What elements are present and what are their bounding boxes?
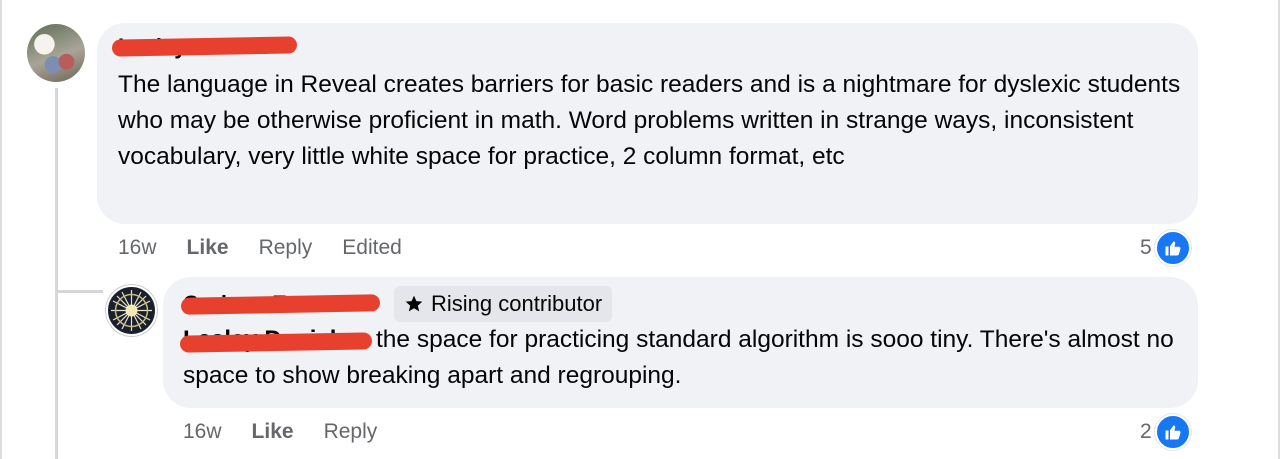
reply-connector [55,290,103,293]
thumbs-up-icon [1154,230,1191,266]
reaction-summary[interactable]: 5 [1140,230,1191,266]
like-button[interactable]: Like [187,236,229,260]
edited-label[interactable]: Edited [342,236,402,260]
reply-actions: 16w Like Reply [183,420,407,444]
reply-button[interactable]: Reply [324,420,378,444]
reply-button[interactable]: Reply [259,236,313,260]
star-icon [405,295,423,312]
reaction-count: 2 [1140,420,1152,443]
reaction-summary[interactable]: 2 [1140,414,1191,450]
thread-connector [55,88,58,459]
reply-text: the space for practicing standard algori… [183,326,1174,389]
badge-label: Rising contributor [431,291,603,316]
comment-actions: 16w Like Reply Edited [118,236,432,260]
comment-timestamp[interactable]: 16w [118,236,157,260]
like-button[interactable]: Like [252,420,294,444]
thumbs-up-icon [1154,414,1191,450]
author-redaction [111,36,298,57]
author-redaction [180,294,381,315]
comment-text: The language in Reveal creates barriers … [118,71,1181,170]
page-edge-left [0,0,2,459]
rising-contributor-badge[interactable]: Rising contributor [394,286,613,322]
reply-timestamp[interactable]: 16w [183,420,222,444]
commenter-avatar[interactable] [27,24,85,82]
avatar-pattern-icon [109,288,154,333]
reply-avatar[interactable] [106,285,157,336]
reaction-count: 5 [1140,236,1152,259]
